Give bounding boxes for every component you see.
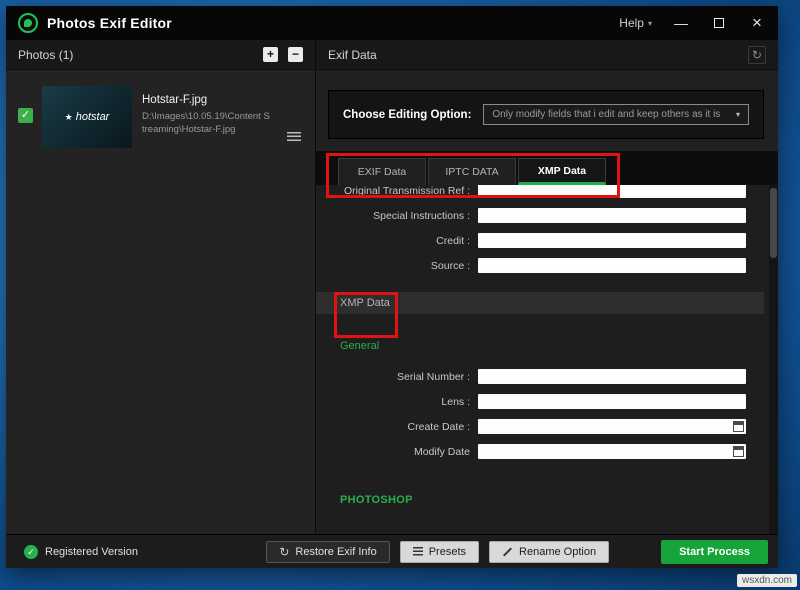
watermark: wsxdn.com <box>737 574 797 587</box>
app-logo-icon <box>18 13 38 33</box>
create-date-input[interactable] <box>478 419 746 434</box>
editing-option-dropdown[interactable]: Only modify fields that i edit and keep … <box>483 104 749 125</box>
minus-icon: − <box>292 47 299 61</box>
app-title: Photos Exif Editor <box>47 15 172 31</box>
fields-scroll-area: Original Transmission Ref : Special Inst… <box>316 185 778 534</box>
field-row: Lens : <box>316 389 764 414</box>
credit-input[interactable] <box>478 233 746 248</box>
chevron-down-icon: ▾ <box>736 110 740 119</box>
general-group-label: General <box>340 340 764 352</box>
photo-list-item[interactable]: ✓ ★ hotstar Hotstar-F.jpg D:\Images\10.0… <box>6 70 315 158</box>
field-label: Special Instructions : <box>316 210 478 222</box>
photos-header: Photos (1) + − <box>6 40 315 70</box>
check-circle-icon: ✓ <box>24 545 38 559</box>
field-label: Create Date : <box>316 421 478 433</box>
restore-icon: ↻ <box>279 545 289 559</box>
photo-list: ✓ ★ hotstar Hotstar-F.jpg D:\Images\10.0… <box>6 70 315 534</box>
field-label: Source : <box>316 260 478 272</box>
remove-photo-button[interactable]: − <box>288 47 303 62</box>
item-menu-icon[interactable] <box>287 132 301 141</box>
tab-exif-data[interactable]: EXIF Data <box>338 158 426 185</box>
exif-header-title: Exif Data <box>328 48 377 62</box>
right-panel: Exif Data ↻ Choose Editing Option: Only … <box>316 40 778 534</box>
tabs-bar: EXIF Data IPTC DATA XMP Data <box>316 151 778 185</box>
field-row: Serial Number : <box>316 364 764 389</box>
calendar-icon[interactable] <box>733 446 744 457</box>
bottom-bar: ✓ Registered Version ↻ Restore Exif Info… <box>6 534 778 568</box>
photos-count-label: Photos (1) <box>18 48 73 62</box>
dropdown-selected-value: Only modify fields that i edit and keep … <box>492 109 720 120</box>
help-label: Help <box>619 16 644 30</box>
pencil-icon <box>503 547 512 556</box>
field-label: Serial Number : <box>316 371 478 383</box>
special-instructions-input[interactable] <box>478 208 746 223</box>
minimize-icon: — <box>674 15 688 31</box>
rename-option-button[interactable]: Rename Option <box>489 541 609 563</box>
close-icon: × <box>752 13 762 32</box>
original-transmission-ref-input[interactable] <box>478 185 746 198</box>
field-row: Modify Date <box>316 439 764 464</box>
hotstar-logo-text: hotstar <box>76 111 110 123</box>
maximize-icon <box>714 18 724 28</box>
scrollbar-thumb[interactable] <box>770 188 777 258</box>
refresh-button[interactable]: ↻ <box>748 46 766 64</box>
presets-button[interactable]: Presets <box>400 541 479 563</box>
lens-input[interactable] <box>478 394 746 409</box>
exif-data-header: Exif Data ↻ <box>316 40 778 70</box>
start-process-button[interactable]: Start Process <box>661 540 768 564</box>
hotstar-star-icon: ★ <box>65 112 73 123</box>
field-label: Credit : <box>316 235 478 247</box>
field-row: Create Date : <box>316 414 764 439</box>
photoshop-section-label: PHOTOSHOP <box>340 494 764 506</box>
xmp-data-section-header: XMP Data <box>316 292 764 314</box>
tab-iptc-data[interactable]: IPTC DATA <box>428 158 516 185</box>
photo-checkbox[interactable]: ✓ <box>18 108 33 123</box>
field-row: Special Instructions : <box>316 203 764 228</box>
calendar-icon[interactable] <box>733 421 744 432</box>
photo-path: D:\Images\10.05.19\Content Streaming\Hot… <box>142 111 272 137</box>
editing-option-label: Choose Editing Option: <box>343 109 471 121</box>
tab-xmp-data[interactable]: XMP Data <box>518 158 606 185</box>
presets-icon <box>413 547 423 556</box>
refresh-icon: ↻ <box>752 48 762 62</box>
app-window: Photos Exif Editor Help ▾ — × Photos (1)… <box>6 6 778 568</box>
field-label: Modify Date <box>316 446 478 458</box>
registered-label: Registered Version <box>45 546 138 558</box>
add-photo-button[interactable]: + <box>263 47 278 62</box>
plus-icon: + <box>267 47 274 61</box>
chevron-down-icon: ▾ <box>648 19 652 28</box>
field-label: Lens : <box>316 396 478 408</box>
minimize-button[interactable]: — <box>672 14 690 32</box>
help-menu[interactable]: Help ▾ <box>619 16 652 30</box>
check-icon: ✓ <box>21 109 30 121</box>
photo-name: Hotstar-F.jpg <box>142 94 272 106</box>
source-input[interactable] <box>478 258 746 273</box>
left-panel: Photos (1) + − ✓ ★ hotstar Hotst <box>6 40 316 534</box>
field-row: Credit : <box>316 228 764 253</box>
editing-option-box: Choose Editing Option: Only modify field… <box>328 90 764 139</box>
photo-thumbnail: ★ hotstar <box>42 86 132 148</box>
restore-exif-button[interactable]: ↻ Restore Exif Info <box>266 541 389 563</box>
modify-date-input[interactable] <box>478 444 746 459</box>
field-row: Original Transmission Ref : <box>316 185 764 203</box>
scrollbar[interactable] <box>769 185 778 534</box>
maximize-button[interactable] <box>710 14 728 32</box>
close-button[interactable]: × <box>748 14 766 32</box>
titlebar: Photos Exif Editor Help ▾ — × <box>6 6 778 40</box>
field-label: Original Transmission Ref : <box>316 185 478 197</box>
field-row: Source : <box>316 253 764 278</box>
serial-number-input[interactable] <box>478 369 746 384</box>
registered-badge: ✓ Registered Version <box>16 545 138 559</box>
desktop-background: Photos Exif Editor Help ▾ — × Photos (1)… <box>0 0 800 590</box>
